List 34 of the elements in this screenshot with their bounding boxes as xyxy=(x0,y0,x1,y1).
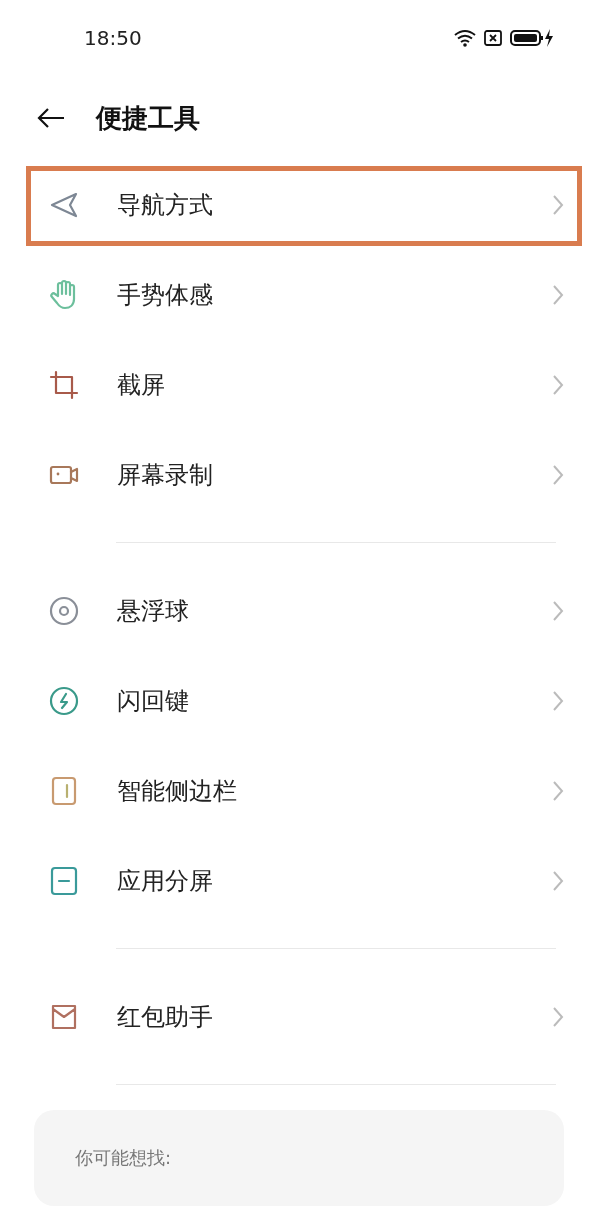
item-label: 悬浮球 xyxy=(117,596,190,627)
status-time: 18:50 xyxy=(84,26,142,50)
item-label: 导航方式 xyxy=(117,190,214,221)
settings-item[interactable]: 红包助手 xyxy=(0,972,598,1062)
chevron-icon xyxy=(552,374,564,396)
item-label: 手势体感 xyxy=(117,280,214,311)
chevron-icon xyxy=(552,284,564,306)
chevron-icon xyxy=(552,870,564,892)
item-label: 红包助手 xyxy=(117,1002,214,1033)
settings-item[interactable]: 闪回键 xyxy=(0,656,598,746)
settings-item[interactable]: 导航方式 xyxy=(0,160,598,250)
page-title: 便捷工具 xyxy=(96,101,200,135)
battery-charging-icon xyxy=(510,28,554,48)
chevron-icon xyxy=(552,194,564,216)
settings-item[interactable]: 智能侧边栏 xyxy=(0,746,598,836)
item-label: 智能侧边栏 xyxy=(117,776,238,807)
suggestions-title: 你可能想找: xyxy=(75,1147,172,1168)
item-label: 闪回键 xyxy=(117,686,190,717)
chevron-icon xyxy=(552,780,564,802)
settings-item[interactable]: 屏幕录制 xyxy=(0,430,598,520)
no-sim-icon xyxy=(484,29,502,47)
chevron-icon xyxy=(552,464,564,486)
wifi-icon xyxy=(454,29,476,47)
settings-item[interactable]: 应用分屏 xyxy=(0,836,598,926)
chevron-icon xyxy=(552,1006,564,1028)
chevron-icon xyxy=(552,690,564,712)
item-label: 应用分屏 xyxy=(117,866,214,897)
back-arrow-icon[interactable] xyxy=(36,107,66,129)
settings-item[interactable]: 截屏 xyxy=(0,340,598,430)
chevron-icon xyxy=(552,600,564,622)
item-label: 屏幕录制 xyxy=(117,460,214,491)
settings-item[interactable]: 悬浮球 xyxy=(0,566,598,656)
settings-item[interactable]: 手势体感 xyxy=(0,250,598,340)
item-label: 截屏 xyxy=(117,370,166,401)
